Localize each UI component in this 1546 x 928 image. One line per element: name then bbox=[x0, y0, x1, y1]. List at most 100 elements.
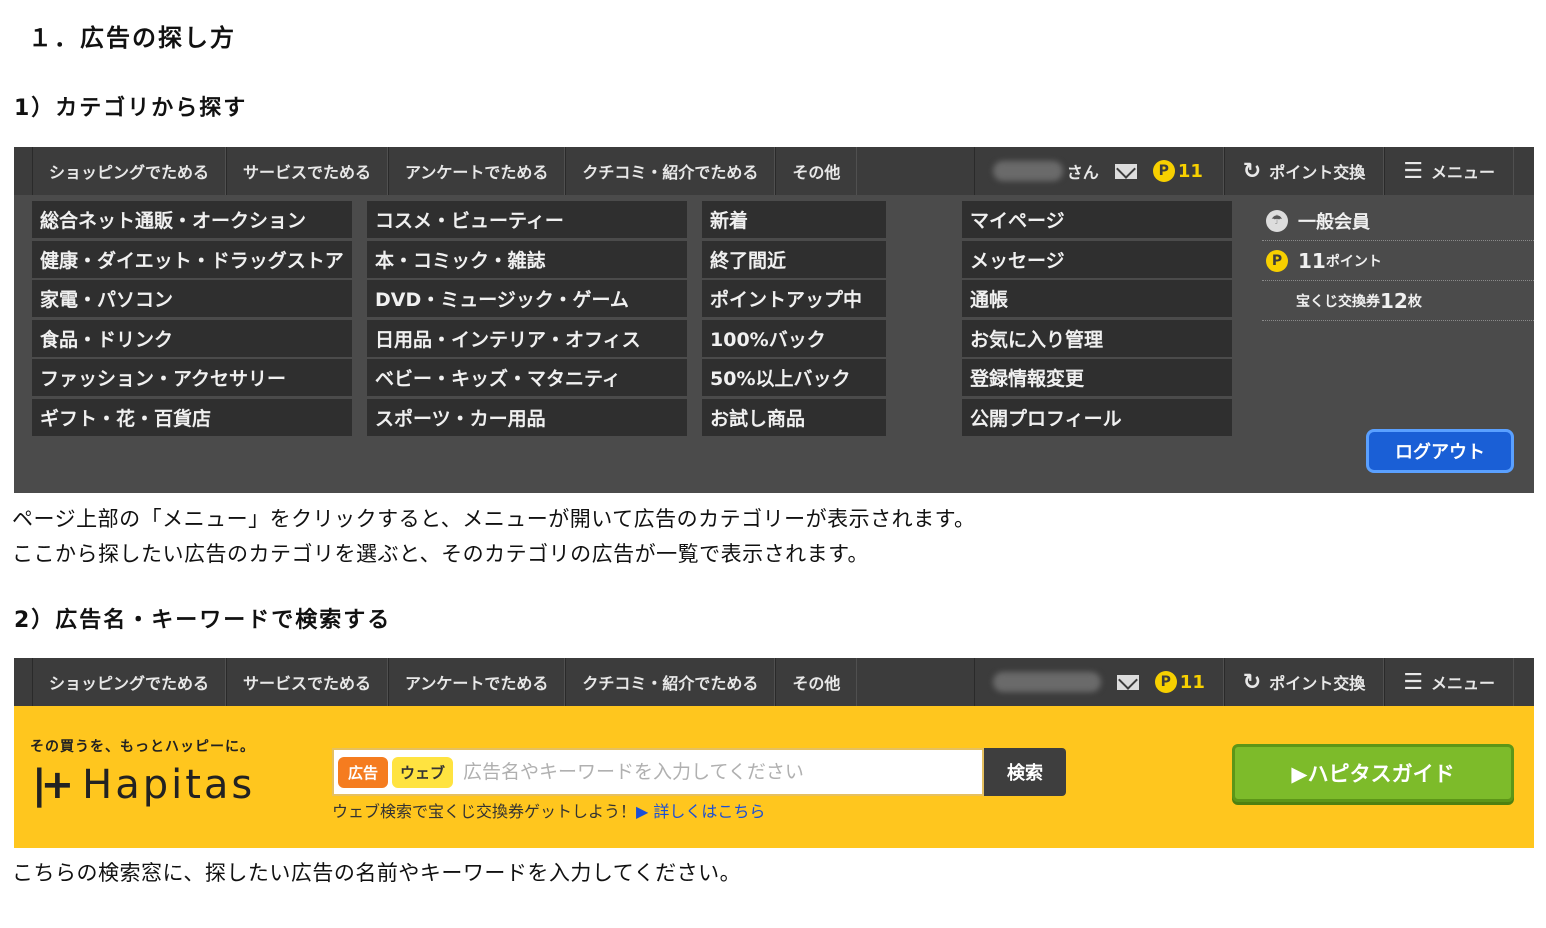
nav-points: 11 bbox=[1177, 160, 1203, 182]
lottery-row: 宝くじ交換券 12 枚 bbox=[1262, 281, 1534, 321]
description-line: ページ上部の「メニュー」をクリックすると、メニューが開いて広告のカテゴリーが表示… bbox=[12, 507, 976, 531]
user-name-blurred bbox=[992, 672, 1101, 692]
menu-item[interactable]: マイページ bbox=[962, 201, 1232, 238]
nav-other[interactable]: その他 bbox=[775, 147, 858, 195]
tagline: その買うを、もっとハッピーに。 bbox=[30, 739, 255, 755]
hamburger-icon: ☰ bbox=[1403, 669, 1423, 695]
member-rank: 一般会員 bbox=[1298, 211, 1370, 233]
hamburger-icon: ☰ bbox=[1403, 158, 1423, 184]
point-coin-icon: P bbox=[1152, 160, 1175, 182]
member-points-row: P 11 ポイント bbox=[1262, 241, 1534, 281]
nav-survey[interactable]: アンケートでためる bbox=[388, 147, 566, 195]
menu-item[interactable]: 家電・パソコン bbox=[32, 280, 352, 317]
step1-description: ページ上部の「メニュー」をクリックすると、メニューが開いて広告のカテゴリーが表示… bbox=[12, 502, 976, 572]
nav-categories: ショッピングでためる サービスでためる アンケートでためる クチコミ・紹介でため… bbox=[14, 658, 858, 706]
menu-item[interactable]: ベビー・キッズ・マタニティ bbox=[367, 359, 687, 396]
menu-button[interactable]: ☰ メニュー bbox=[1384, 147, 1514, 195]
menu-item[interactable]: 新着 bbox=[702, 201, 886, 238]
member-rank-row: ☂ 一般会員 bbox=[1262, 201, 1534, 241]
point-coin-icon: P bbox=[1154, 671, 1177, 693]
details-link[interactable]: ▶ 詳しくはこちら bbox=[636, 802, 765, 821]
nav-survey[interactable]: アンケートでためる bbox=[388, 658, 566, 706]
search-tab-web[interactable]: ウェブ bbox=[392, 756, 454, 788]
menu-item[interactable]: 健康・ダイエット・ドラッグストア bbox=[32, 240, 352, 278]
logo-mark-icon: |+ bbox=[32, 762, 74, 808]
search-input[interactable] bbox=[463, 761, 924, 783]
menu-item[interactable]: 100%バック bbox=[702, 319, 886, 357]
nav-points: 11 bbox=[1179, 671, 1205, 693]
nav-review[interactable]: クチコミ・紹介でためる bbox=[565, 147, 776, 195]
search-tab-ad[interactable]: 広告 bbox=[338, 756, 389, 788]
refresh-icon: ↻ bbox=[1242, 158, 1262, 184]
section-title: １．広告の探し方 bbox=[28, 24, 236, 52]
member-info: ☂ 一般会員 P 11 ポイント 宝くじ交換券 12 枚 bbox=[1262, 201, 1534, 321]
mail-icon[interactable] bbox=[1114, 163, 1137, 179]
web-search-note: ウェブ検索で宝くじ交換券ゲットしよう！▶ 詳しくはこちら bbox=[332, 798, 765, 822]
member-points-unit: ポイント bbox=[1325, 253, 1382, 270]
menu-item[interactable]: ポイントアップ中 bbox=[702, 280, 886, 317]
step1-heading: 1）カテゴリから探す bbox=[14, 96, 248, 121]
menu-item[interactable]: ギフト・花・百貨店 bbox=[32, 398, 352, 436]
point-exchange-button[interactable]: ↻ ポイント交換 bbox=[1223, 147, 1385, 195]
nav-other[interactable]: その他 bbox=[775, 658, 858, 706]
refresh-icon: ↻ bbox=[1242, 669, 1262, 695]
menu-item[interactable]: 50%以上バック bbox=[702, 359, 886, 396]
menu-item[interactable]: 日用品・インテリア・オフィス bbox=[367, 319, 687, 357]
nav-categories: ショッピングでためる サービスでためる アンケートでためる クチコミ・紹介でため… bbox=[14, 147, 858, 195]
menu-item[interactable]: 公開プロフィール bbox=[962, 398, 1232, 436]
menu-item[interactable]: コスメ・ビューティー bbox=[367, 201, 687, 238]
mail-icon[interactable] bbox=[1116, 674, 1139, 690]
step2-heading: 2）広告名・キーワードで検索する bbox=[14, 608, 392, 633]
account-col: マイページ メッセージ 通帳 お気に入り管理 登録情報変更 公開プロフィール bbox=[962, 201, 1232, 438]
nav-review[interactable]: クチコミ・紹介でためる bbox=[565, 658, 776, 706]
menu-button[interactable]: ☰ メニュー bbox=[1384, 658, 1514, 706]
category-col-2: コスメ・ビューティー 本・コミック・雑誌 DVD・ミュージック・ゲーム 日用品・… bbox=[367, 201, 687, 438]
lottery-unit: 枚 bbox=[1407, 293, 1422, 310]
top-nav-2: ショッピングでためる サービスでためる アンケートでためる クチコミ・紹介でため… bbox=[14, 658, 1534, 706]
lottery-label: 宝くじ交換券 bbox=[1296, 293, 1380, 310]
menu-item[interactable]: 終了間近 bbox=[702, 240, 886, 278]
hapitas-header: その買うを、もっとハッピーに。 |+ Hapitas 広告 ウェブ 検索 ウェブ… bbox=[14, 706, 1534, 848]
user-name-blurred bbox=[992, 161, 1063, 181]
menu-item[interactable]: お試し商品 bbox=[702, 398, 886, 436]
nav-user[interactable]: P 11 bbox=[973, 658, 1224, 706]
menu-item[interactable]: 食品・ドリンク bbox=[32, 319, 352, 357]
nav-service[interactable]: サービスでためる bbox=[226, 658, 389, 706]
menu-item[interactable]: お気に入り管理 bbox=[962, 319, 1232, 357]
menu-item[interactable]: スポーツ・カー用品 bbox=[367, 398, 687, 436]
step2-description: こちらの検索窓に、探したい広告の名前やキーワードを入力してください。 bbox=[12, 861, 742, 885]
point-exchange-button[interactable]: ↻ ポイント交換 bbox=[1223, 658, 1385, 706]
menu-item[interactable]: 総合ネット通販・オークション bbox=[32, 201, 352, 238]
user-suffix: さん bbox=[1066, 163, 1099, 182]
menu-item[interactable]: 通帳 bbox=[962, 280, 1232, 317]
logout-button[interactable]: ログアウト bbox=[1366, 429, 1514, 473]
top-nav-1: ショッピングでためる サービスでためる アンケートでためる クチコミ・紹介でため… bbox=[14, 147, 1534, 195]
menu-item[interactable]: DVD・ミュージック・ゲーム bbox=[367, 280, 687, 317]
point-exchange-label: ポイント交換 bbox=[1269, 163, 1366, 182]
menu-panel: 総合ネット通販・オークション 健康・ダイエット・ドラッグストア 家電・パソコン … bbox=[14, 195, 1534, 493]
point-exchange-label: ポイント交換 bbox=[1269, 674, 1366, 693]
nav-service[interactable]: サービスでためる bbox=[226, 147, 389, 195]
category-col-1: 総合ネット通販・オークション 健康・ダイエット・ドラッグストア 家電・パソコン … bbox=[32, 201, 352, 438]
hapitas-logo[interactable]: |+ Hapitas bbox=[32, 762, 255, 808]
logo-text: Hapitas bbox=[82, 762, 256, 808]
search-box: 広告 ウェブ bbox=[332, 748, 984, 796]
nav-user[interactable]: さん P 11 bbox=[973, 147, 1224, 195]
lottery-count: 12 bbox=[1380, 288, 1408, 313]
menu-item[interactable]: 本・コミック・雑誌 bbox=[367, 240, 687, 278]
nav-shopping[interactable]: ショッピングでためる bbox=[32, 147, 227, 195]
search-button[interactable]: 検索 bbox=[984, 748, 1066, 796]
menu-item[interactable]: メッセージ bbox=[962, 240, 1232, 278]
category-col-3: 新着 終了間近 ポイントアップ中 100%バック 50%以上バック お試し商品 bbox=[702, 201, 886, 438]
point-coin-icon: P bbox=[1266, 249, 1288, 272]
menu-item[interactable]: 登録情報変更 bbox=[962, 359, 1232, 396]
nav-shopping[interactable]: ショッピングでためる bbox=[32, 658, 227, 706]
member-points: 11 bbox=[1298, 248, 1326, 273]
description-line: ここから探したい広告のカテゴリを選ぶと、そのカテゴリの広告が一覧で表示されます。 bbox=[12, 542, 870, 566]
hapitas-guide-button[interactable]: ▶ハピタスガイド bbox=[1232, 744, 1514, 802]
menu-item[interactable]: ファッション・アクセサリー bbox=[32, 359, 352, 396]
umbrella-icon: ☂ bbox=[1266, 209, 1288, 232]
menu-label: メニュー bbox=[1430, 674, 1495, 693]
web-note-text: ウェブ検索で宝くじ交換券ゲットしよう！ bbox=[332, 802, 637, 821]
menu-label: メニュー bbox=[1430, 163, 1495, 182]
